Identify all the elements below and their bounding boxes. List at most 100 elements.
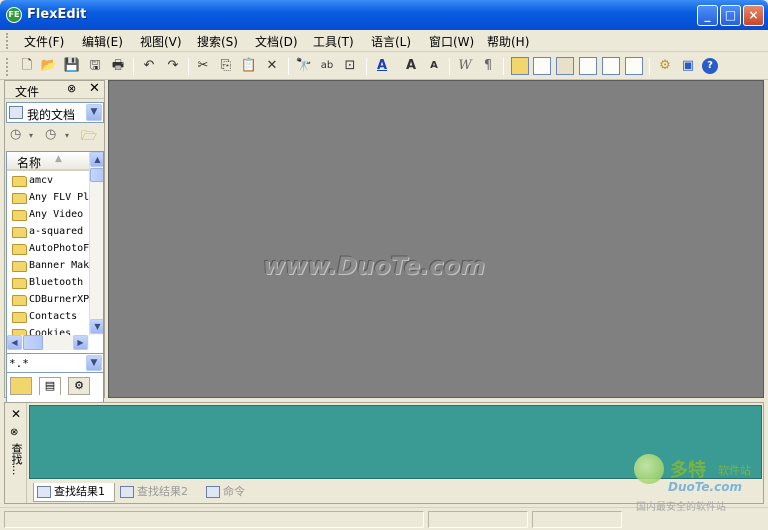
scroll-thumb[interactable]: [90, 168, 103, 182]
output-panel-toggle-icon[interactable]: [579, 57, 597, 75]
new-file-icon[interactable]: 🗋: [18, 57, 36, 75]
list-item[interactable]: CDBurnerXP: [7, 292, 89, 309]
delete-icon[interactable]: ✕: [263, 57, 281, 75]
documents-icon: [9, 106, 23, 119]
maximize-button[interactable]: □: [720, 5, 741, 26]
chevron-down-icon[interactable]: ▾: [29, 131, 33, 140]
folder-icon: [12, 244, 27, 255]
list-item[interactable]: Contacts: [7, 309, 89, 326]
minimize-button[interactable]: _: [697, 5, 718, 26]
chevron-down-icon[interactable]: ▼: [86, 355, 102, 371]
list-item[interactable]: Any Video: [7, 207, 89, 224]
save-all-icon[interactable]: 🖫: [86, 57, 104, 75]
logo-sub: 软件站: [718, 464, 751, 477]
title-bar[interactable]: FE FlexEdit _ □ ×: [0, 0, 768, 30]
logo-mark-icon: [634, 454, 664, 484]
item-name: a-squared: [29, 226, 84, 237]
redo-icon[interactable]: ↷: [164, 57, 182, 75]
find-results2-toggle-icon[interactable]: [625, 57, 643, 75]
menu-search[interactable]: 搜索(S): [197, 33, 238, 50]
tab-list[interactable]: ▤: [39, 377, 61, 395]
menubar-grip[interactable]: [6, 33, 9, 49]
hscroll-thumb[interactable]: [23, 335, 43, 350]
dock-title: 查找...: [10, 443, 23, 476]
paragraph-icon[interactable]: ¶: [479, 57, 497, 75]
undo-icon[interactable]: ↶: [140, 57, 158, 75]
list-item[interactable]: a-squared: [7, 224, 89, 241]
watermark: www.DuoTe.com: [263, 252, 485, 280]
cut-icon[interactable]: ✂: [194, 57, 212, 75]
menu-edit[interactable]: 编辑(E): [82, 33, 123, 50]
tab-find-results-2[interactable]: 查找结果2: [117, 483, 201, 502]
save-icon[interactable]: 💾: [63, 57, 81, 75]
print-icon[interactable]: 🖶: [109, 57, 127, 75]
status-cell: [532, 511, 622, 528]
horizontal-scrollbar[interactable]: ◀ ▶: [7, 335, 89, 350]
panel-tabs: ▤ ⚙: [5, 375, 104, 397]
item-name: Any Video: [29, 209, 84, 220]
toolbar-separator: [649, 58, 650, 75]
name-column-header[interactable]: 名称 ▲: [7, 152, 89, 171]
toolbar-grip[interactable]: [6, 58, 9, 76]
list-item[interactable]: amcv: [7, 173, 89, 190]
font-color-icon[interactable]: A: [373, 57, 391, 75]
folder-up-icon[interactable]: 🗁: [81, 127, 97, 149]
tab-project[interactable]: ⚙: [68, 377, 90, 395]
wordwrap-icon[interactable]: W: [456, 57, 474, 75]
list-item[interactable]: AutoPhotoF: [7, 241, 89, 258]
file-panel-toggle-icon[interactable]: [511, 57, 529, 75]
file-rows: amcv Any FLV Pl Any Video a-squared Auto…: [7, 173, 89, 336]
pin-icon[interactable]: ⊗: [67, 82, 76, 95]
filter-combo[interactable]: *.* ▼: [6, 353, 104, 373]
copy-icon[interactable]: ⎘: [217, 57, 235, 75]
list-item[interactable]: Any FLV Pl: [7, 190, 89, 207]
chevron-down-icon[interactable]: ▼: [86, 104, 102, 121]
scroll-left-icon[interactable]: ◀: [7, 335, 22, 350]
font-smaller-icon[interactable]: A: [425, 57, 443, 75]
list-item[interactable]: Bluetooth: [7, 275, 89, 292]
replace-icon[interactable]: ab: [318, 57, 336, 75]
tab-find-results-1[interactable]: 查找结果1: [33, 483, 115, 502]
tab-command[interactable]: 命令: [203, 483, 255, 502]
folder-icon: [12, 295, 27, 306]
goto-icon[interactable]: ⊡: [341, 57, 359, 75]
window-icon[interactable]: ▣: [679, 57, 697, 75]
toolbar-separator: [133, 58, 134, 75]
help-icon[interactable]: ?: [702, 58, 718, 74]
back-icon[interactable]: ◷: [10, 127, 21, 142]
dock-side-bar: ✕ ⊗ 查找...: [5, 403, 27, 503]
project-panel-toggle-icon[interactable]: [556, 57, 574, 75]
toolbar-separator: [288, 58, 289, 75]
location-combo[interactable]: 我的文档 ▼: [6, 102, 104, 123]
find-results-toggle-icon[interactable]: [602, 57, 620, 75]
font-bigger-icon[interactable]: A: [402, 57, 420, 75]
list-item[interactable]: Banner Mak: [7, 258, 89, 275]
file-panel-close-icon[interactable]: ✕: [89, 81, 100, 96]
list-panel-toggle-icon[interactable]: [533, 57, 551, 75]
pin-icon[interactable]: ⊗: [10, 427, 18, 438]
scroll-up-icon[interactable]: ▲: [90, 152, 103, 167]
menu-window[interactable]: 窗口(W): [429, 33, 474, 50]
settings-icon[interactable]: ⚙: [656, 57, 674, 75]
scroll-down-icon[interactable]: ▼: [90, 319, 103, 334]
menu-file[interactable]: 文件(F): [24, 33, 64, 50]
menu-view[interactable]: 视图(V): [140, 33, 182, 50]
find-icon[interactable]: 🔭: [295, 57, 313, 75]
chevron-down-icon[interactable]: ▾: [65, 131, 69, 140]
close-button[interactable]: ×: [743, 5, 764, 26]
menu-help[interactable]: 帮助(H): [487, 33, 529, 50]
forward-icon[interactable]: ◷: [45, 127, 56, 142]
menu-language[interactable]: 语言(L): [371, 33, 411, 50]
vertical-scrollbar[interactable]: ▲ ▼: [89, 152, 103, 335]
menu-document[interactable]: 文档(D): [255, 33, 298, 50]
dock-close-icon[interactable]: ✕: [11, 407, 21, 421]
scroll-right-icon[interactable]: ▶: [73, 335, 88, 350]
item-name: Any FLV Pl: [29, 192, 89, 203]
column-label: 名称: [17, 156, 42, 170]
menu-tools[interactable]: 工具(T): [313, 33, 354, 50]
toolbar-separator: [449, 58, 450, 75]
tab-files[interactable]: [10, 377, 32, 395]
editor-area[interactable]: [108, 80, 764, 398]
open-file-icon[interactable]: 📂: [40, 57, 58, 75]
paste-icon[interactable]: 📋: [240, 57, 258, 75]
